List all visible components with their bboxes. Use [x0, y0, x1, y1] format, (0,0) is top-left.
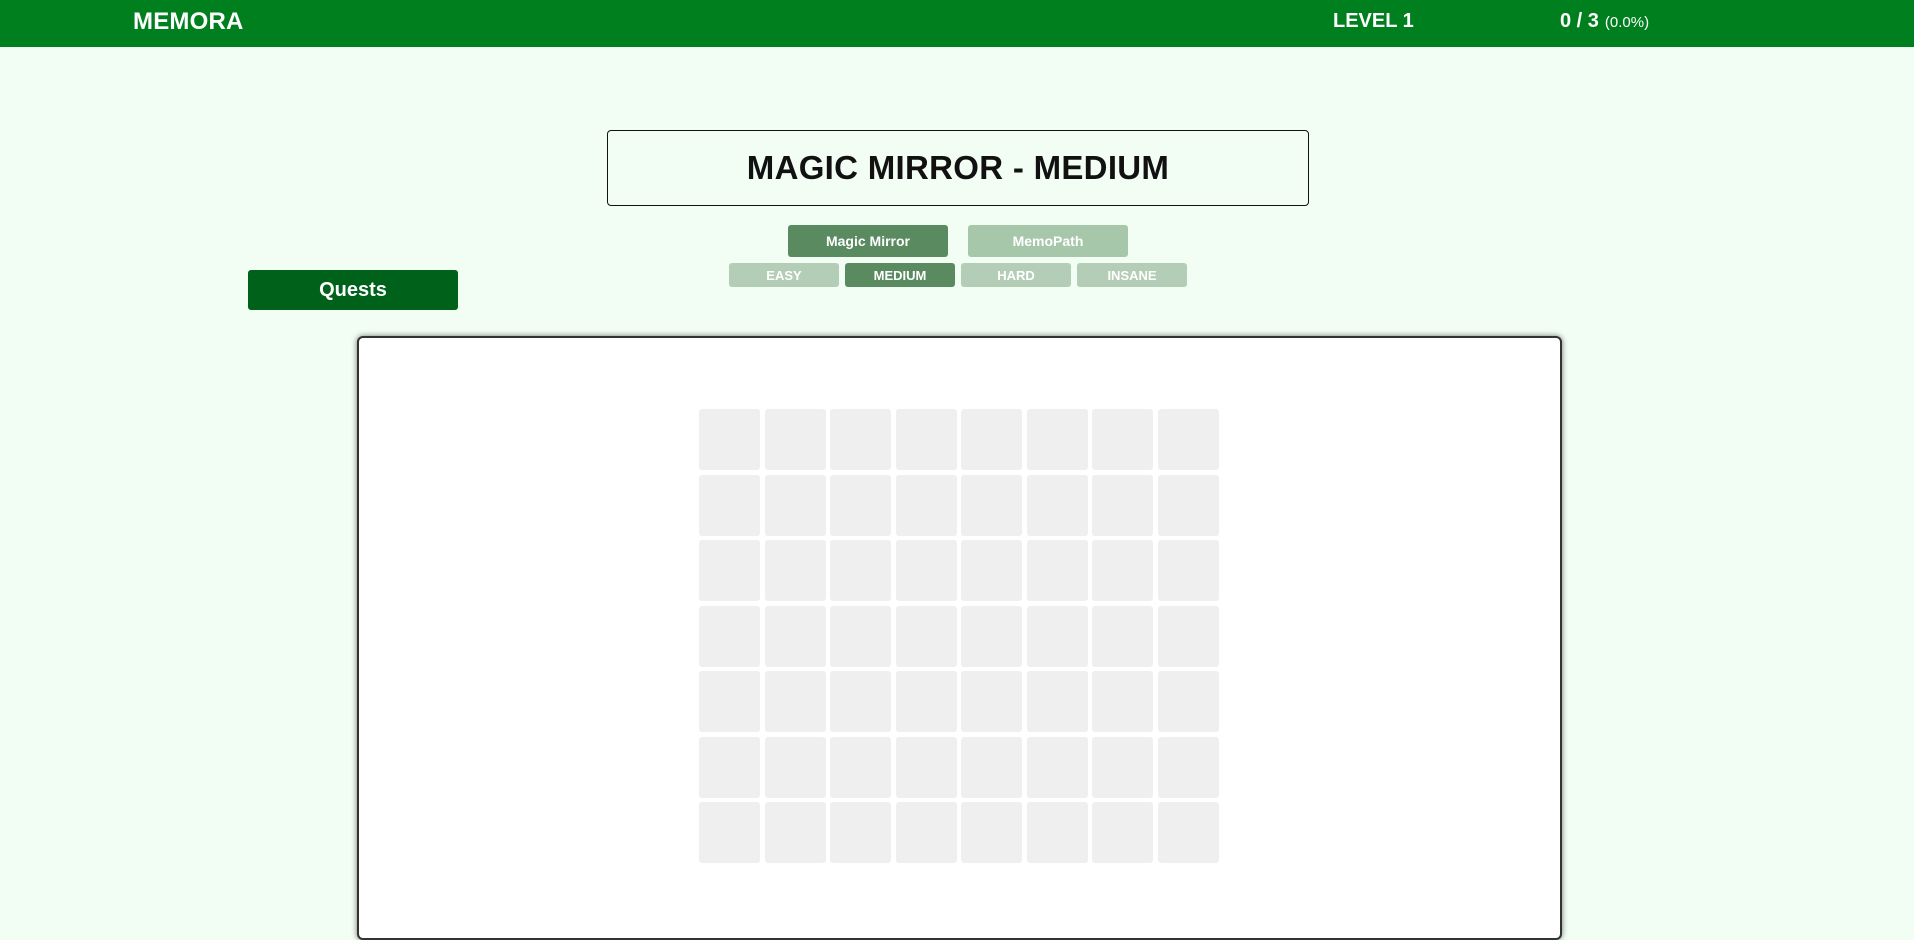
grid-tile[interactable] — [1092, 409, 1153, 470]
grid-tile[interactable] — [764, 671, 826, 732]
grid-tile[interactable] — [764, 736, 826, 798]
grid-tile[interactable] — [699, 474, 760, 536]
grid-tile[interactable] — [830, 671, 891, 732]
grid-tile[interactable] — [699, 671, 760, 732]
grid-tile[interactable] — [961, 802, 1022, 863]
grid-tile[interactable] — [895, 802, 957, 863]
grid-tile[interactable] — [764, 540, 826, 601]
grid-tile[interactable] — [961, 409, 1022, 470]
grid-tile[interactable] — [1092, 474, 1153, 536]
grid-tile[interactable] — [699, 736, 760, 798]
grid-tile[interactable] — [961, 540, 1022, 601]
grid-tile[interactable] — [1157, 409, 1219, 470]
grid-tile[interactable] — [895, 736, 957, 798]
grid-tile[interactable] — [764, 409, 826, 470]
grid-tile[interactable] — [895, 605, 957, 667]
mode-magic-mirror-button[interactable]: Magic Mirror — [788, 225, 948, 257]
grid-tile[interactable] — [699, 409, 760, 470]
difficulty-medium-button[interactable]: MEDIUM — [845, 263, 955, 287]
grid-tile[interactable] — [830, 409, 891, 470]
grid-tile[interactable] — [895, 671, 957, 732]
score-count: 0 / 3 — [1560, 10, 1599, 32]
grid-tile[interactable] — [1092, 540, 1153, 601]
brand-logo[interactable]: MEMORA — [133, 8, 244, 36]
game-title-box: MAGIC MIRROR - MEDIUM — [607, 130, 1309, 206]
grid-tile[interactable] — [1026, 802, 1088, 863]
grid-tile[interactable] — [830, 802, 891, 863]
grid-tile[interactable] — [1026, 671, 1088, 732]
grid-tile[interactable] — [961, 474, 1022, 536]
grid-tile[interactable] — [764, 605, 826, 667]
score-percent: (0.0%) — [1604, 14, 1650, 31]
grid-tile[interactable] — [1092, 671, 1153, 732]
tile-grid — [699, 409, 1219, 863]
grid-tile[interactable] — [1157, 474, 1219, 536]
quests-button[interactable]: Quests — [248, 270, 458, 310]
grid-tile[interactable] — [895, 474, 957, 536]
grid-tile[interactable] — [830, 474, 891, 536]
grid-tile[interactable] — [1026, 736, 1088, 798]
grid-tile[interactable] — [764, 802, 826, 863]
grid-tile[interactable] — [1092, 605, 1153, 667]
grid-tile[interactable] — [699, 605, 760, 667]
grid-tile[interactable] — [830, 605, 891, 667]
grid-tile[interactable] — [1157, 736, 1219, 798]
grid-tile[interactable] — [764, 474, 826, 536]
grid-tile[interactable] — [1026, 605, 1088, 667]
grid-tile[interactable] — [961, 605, 1022, 667]
grid-tile[interactable] — [1157, 540, 1219, 601]
grid-tile[interactable] — [895, 540, 957, 601]
difficulty-hard-button[interactable]: HARD — [961, 263, 1071, 287]
grid-tile[interactable] — [961, 736, 1022, 798]
grid-tile[interactable] — [1026, 540, 1088, 601]
level-indicator: LEVEL 1 — [1333, 10, 1414, 32]
grid-tile[interactable] — [699, 540, 760, 601]
grid-tile[interactable] — [830, 736, 891, 798]
grid-tile[interactable] — [961, 671, 1022, 732]
grid-tile[interactable] — [1157, 802, 1219, 863]
grid-tile[interactable] — [1026, 474, 1088, 536]
grid-tile[interactable] — [1157, 671, 1219, 732]
game-title: MAGIC MIRROR - MEDIUM — [746, 149, 1170, 186]
grid-tile[interactable] — [895, 409, 957, 470]
difficulty-easy-button[interactable]: EASY — [729, 263, 839, 287]
grid-tile[interactable] — [1092, 802, 1153, 863]
game-board — [357, 336, 1562, 940]
grid-tile[interactable] — [699, 802, 760, 863]
grid-tile[interactable] — [1157, 605, 1219, 667]
score-display: 0 / 3 (0.0%) — [1560, 9, 1649, 35]
grid-tile[interactable] — [830, 540, 891, 601]
mode-memopath-button[interactable]: MemoPath — [968, 225, 1128, 257]
difficulty-insane-button[interactable]: INSANE — [1077, 263, 1187, 287]
top-bar: MEMORA LEVEL 1 0 / 3 (0.0%) — [0, 0, 1914, 47]
grid-tile[interactable] — [1092, 736, 1153, 798]
grid-tile[interactable] — [1026, 409, 1088, 470]
